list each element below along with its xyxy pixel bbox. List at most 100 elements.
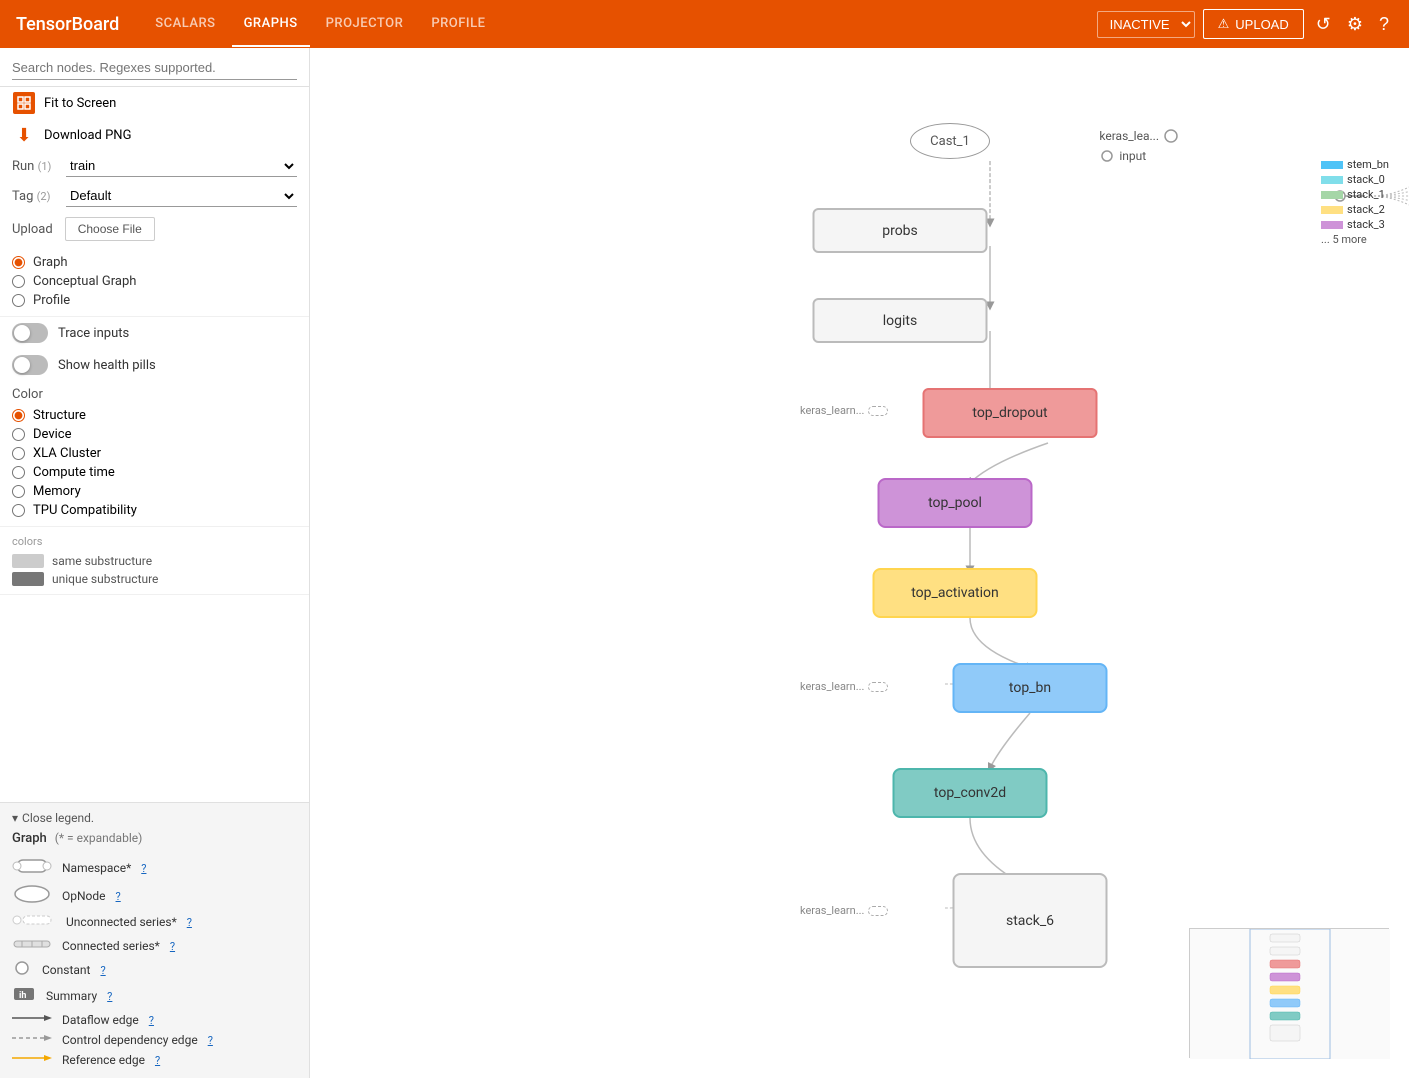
strip-item-stack-3: stack_3 <box>1321 218 1389 231</box>
logits-node[interactable]: logits <box>813 298 988 343</box>
nav-links: SCALARS GRAPHS PROJECTOR PROFILE <box>143 2 1096 47</box>
strip-legend: stem_bn stack_0 stack_1 stack_2 stack_3 … <box>1321 158 1389 246</box>
minimap[interactable] <box>1189 928 1389 1058</box>
trace-inputs-toggle[interactable] <box>12 323 48 343</box>
summary-shape: ih <box>12 984 36 1008</box>
same-substructure-row: same substructure <box>12 552 297 570</box>
radio-conceptual[interactable] <box>12 275 25 288</box>
legend-item-control: Control dependency edge ? <box>12 1030 297 1050</box>
tag-select[interactable]: Default <box>66 185 297 207</box>
fit-icon <box>12 91 36 115</box>
colors-label: colors <box>12 535 297 548</box>
legend-item-unconnected: Unconnected series* ? <box>12 910 297 934</box>
legend-summary-link[interactable]: ? <box>107 990 112 1003</box>
help-button[interactable]: ? <box>1375 10 1393 39</box>
fit-to-screen-row[interactable]: Fit to Screen <box>0 87 309 119</box>
radio-profile[interactable] <box>12 294 25 307</box>
radio-profile-row: Profile <box>12 291 297 310</box>
main-graph[interactable]: Cast_1 probs logits top_dropout top_pool… <box>310 48 1409 1078</box>
choose-file-button[interactable]: Choose File <box>65 217 155 241</box>
radio-structure-label[interactable]: Structure <box>33 408 86 423</box>
download-png-row[interactable]: ⬇ Download PNG <box>0 119 309 151</box>
dataflow-shape <box>12 1012 52 1028</box>
run-select[interactable]: train <box>66 155 297 177</box>
radio-compute-label[interactable]: Compute time <box>33 465 115 480</box>
svg-text:ih: ih <box>19 991 26 1001</box>
color-section-label: Color <box>12 387 297 402</box>
stack6-node[interactable]: stack_6 <box>953 873 1108 968</box>
legend-unconnected-text: Unconnected series* <box>66 915 177 929</box>
top-activation-node[interactable]: top_activation <box>873 568 1038 618</box>
strip-label-more: ... 5 more <box>1321 233 1367 246</box>
strip-stack-2 <box>1321 206 1343 214</box>
strip-label-stack-0: stack_0 <box>1347 173 1385 186</box>
legend-constant-link[interactable]: ? <box>100 964 105 977</box>
tag-label: Tag (2) <box>12 189 62 204</box>
strip-item-stack-1: stack_1 <box>1321 188 1389 201</box>
legend-dataflow-link[interactable]: ? <box>149 1014 154 1027</box>
radio-graph-label[interactable]: Graph <box>33 255 68 270</box>
input-label: input <box>1119 149 1146 163</box>
show-health-pills-toggle[interactable] <box>12 355 48 375</box>
settings-button[interactable]: ⚙ <box>1343 10 1367 39</box>
edge-dot-3 <box>868 906 888 916</box>
probs-node[interactable]: probs <box>813 208 988 253</box>
legend-opnode-link[interactable]: ? <box>116 890 121 903</box>
nav-scalars[interactable]: SCALARS <box>143 2 227 47</box>
radio-xla[interactable] <box>12 447 25 460</box>
legend-toggle[interactable]: ▾ Close legend. <box>12 811 297 825</box>
refresh-button[interactable]: ↺ <box>1312 10 1335 39</box>
sidebar: Fit to Screen ⬇ Download PNG Run (1) tra… <box>0 48 310 1078</box>
radio-device[interactable] <box>12 428 25 441</box>
legend-unconnected-link[interactable]: ? <box>187 916 192 929</box>
radio-profile-label[interactable]: Profile <box>33 293 70 308</box>
radio-xla-label[interactable]: XLA Cluster <box>33 446 101 461</box>
show-health-pills-label: Show health pills <box>58 358 156 373</box>
radio-device-label[interactable]: Device <box>33 427 72 442</box>
upload-button[interactable]: ⚠ UPLOAD <box>1203 9 1304 39</box>
edge-label-1: keras_learn... <box>800 404 888 417</box>
strip-label-stack-2: stack_2 <box>1347 203 1385 216</box>
legend-reference-link[interactable]: ? <box>155 1054 160 1067</box>
radio-graph[interactable] <box>12 256 25 269</box>
radio-structure[interactable] <box>12 409 25 422</box>
radio-tpu[interactable] <box>12 504 25 517</box>
connected-shape <box>12 936 52 956</box>
top-dropout-node[interactable]: top_dropout <box>923 388 1098 438</box>
edge-label-2: keras_learn... <box>800 680 888 693</box>
radio-tpu-label[interactable]: TPU Compatibility <box>33 503 137 518</box>
legend-summary-text: Summary <box>46 989 97 1003</box>
nav-profile[interactable]: PROFILE <box>419 2 497 47</box>
unique-substructure-swatch <box>12 572 44 586</box>
top-bn-node[interactable]: top_bn <box>953 663 1108 713</box>
radio-compute[interactable] <box>12 466 25 479</box>
color-structure-row: Structure <box>12 406 297 425</box>
nav-projector[interactable]: PROJECTOR <box>314 2 416 47</box>
constant-shape <box>12 960 32 980</box>
strip-stack-1 <box>1321 191 1343 199</box>
app-brand: TensorBoard <box>16 14 119 35</box>
legend-constant-text: Constant <box>42 963 90 977</box>
opnode-shape <box>12 884 52 908</box>
keras-lea-label: keras_lea... <box>1099 129 1159 143</box>
color-memory-row: Memory <box>12 482 297 501</box>
legend-item-reference: Reference edge ? <box>12 1050 297 1070</box>
radio-memory[interactable] <box>12 485 25 498</box>
substructure-section: colors same substructure unique substruc… <box>0 527 309 595</box>
legend-control-link[interactable]: ? <box>208 1034 213 1047</box>
legend-connected-text: Connected series* <box>62 939 160 953</box>
top-pool-node[interactable]: top_pool <box>878 478 1033 528</box>
namespace-shape <box>12 856 52 880</box>
search-input[interactable] <box>12 56 297 80</box>
topnav-right: INACTIVE ⚠ UPLOAD ↺ ⚙ ? <box>1097 9 1393 39</box>
graph-type-section: Graph Conceptual Graph Profile <box>0 247 309 317</box>
inactive-select[interactable]: INACTIVE <box>1097 11 1195 38</box>
legend-connected-link[interactable]: ? <box>170 940 175 953</box>
top-conv2d-node[interactable]: top_conv2d <box>893 768 1048 818</box>
legend-namespace-link[interactable]: ? <box>141 862 146 875</box>
radio-conceptual-label[interactable]: Conceptual Graph <box>33 274 136 289</box>
radio-memory-label[interactable]: Memory <box>33 484 81 499</box>
nav-graphs[interactable]: GRAPHS <box>232 2 310 47</box>
cast1-node[interactable]: Cast_1 <box>910 123 990 159</box>
same-substructure-label: same substructure <box>52 554 152 568</box>
